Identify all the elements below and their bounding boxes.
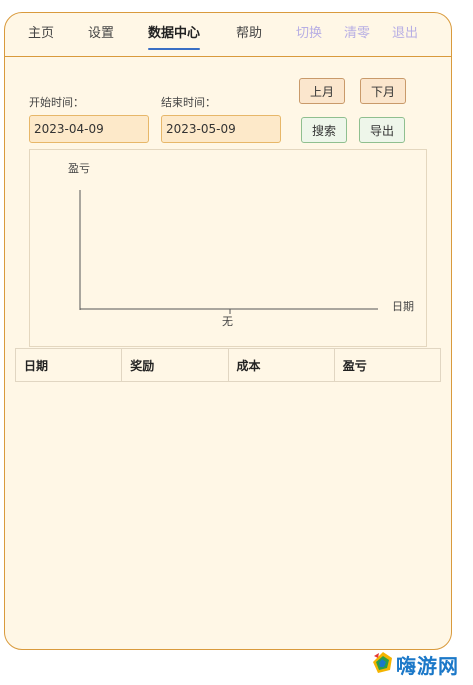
nav-settings[interactable]: 设置 — [88, 26, 114, 42]
col-header-profit[interactable]: 盈亏 — [335, 349, 440, 381]
end-time-input[interactable] — [161, 115, 281, 143]
watermark-text: 嗨游网 — [396, 654, 459, 678]
start-time-input[interactable] — [29, 115, 149, 143]
chart-svg: 盈亏 日期 无 — [68, 162, 414, 328]
export-button[interactable]: 导出 — [359, 117, 405, 143]
nav-switch[interactable]: 切换 — [296, 26, 322, 42]
records-table-header: 日期 奖励 成本 盈亏 — [15, 348, 441, 382]
start-time-label: 开始时间： — [29, 96, 84, 109]
col-header-date[interactable]: 日期 — [16, 349, 123, 381]
watermark-logo-icon — [373, 652, 392, 673]
end-time-label: 结束时间： — [161, 96, 216, 109]
nav-data-center[interactable]: 数据中心 — [148, 26, 201, 50]
next-month-button[interactable]: 下月 — [360, 78, 406, 104]
col-header-reward[interactable]: 奖励 — [122, 349, 229, 381]
top-nav: 主页 设置 数据中心 帮助 切换 清零 退出 — [5, 13, 451, 57]
y-axis-label: 盈亏 — [68, 162, 90, 175]
search-button[interactable]: 搜索 — [301, 117, 347, 143]
nav-logout[interactable]: 退出 — [392, 26, 418, 42]
watermark: 嗨游网 — [370, 648, 470, 678]
profit-chart: 盈亏 日期 无 — [29, 149, 427, 347]
x-tick-label: 无 — [222, 315, 233, 328]
prev-month-button[interactable]: 上月 — [299, 78, 345, 104]
x-axis-label: 日期 — [392, 300, 414, 313]
col-header-cost[interactable]: 成本 — [229, 349, 335, 381]
nav-help[interactable]: 帮助 — [236, 26, 262, 42]
main-card: 主页 设置 数据中心 帮助 切换 清零 退出 开始时间： 结束时间： 上月 下月… — [4, 12, 452, 650]
nav-reset[interactable]: 清零 — [344, 26, 370, 42]
nav-home[interactable]: 主页 — [28, 26, 54, 42]
